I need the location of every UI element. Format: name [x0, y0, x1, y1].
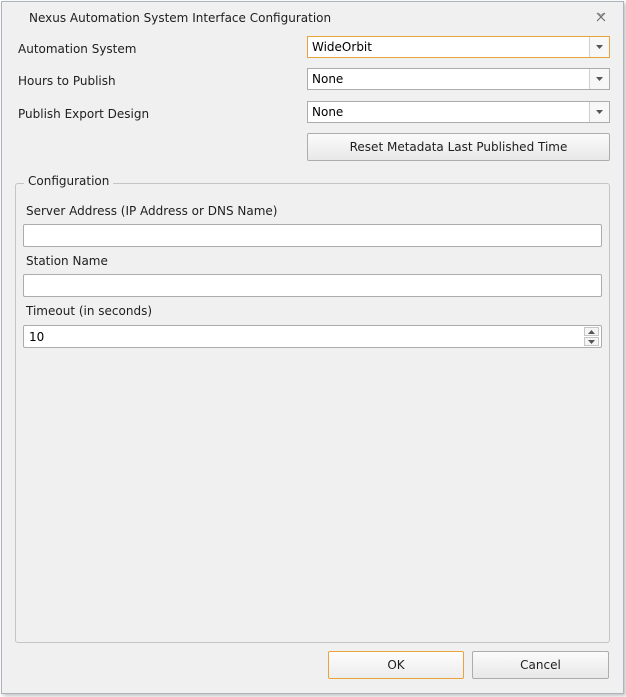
automation-system-value: WideOrbit: [312, 40, 372, 54]
chevron-down-icon: [596, 110, 603, 114]
server-address-label: Server Address (IP Address or DNS Name): [26, 204, 278, 218]
spin-up-button[interactable]: [584, 327, 599, 336]
reset-metadata-button[interactable]: Reset Metadata Last Published Time: [307, 133, 610, 161]
dropdown-button[interactable]: [589, 69, 609, 89]
dropdown-button[interactable]: [589, 102, 609, 122]
hours-to-publish-value: None: [312, 72, 344, 86]
spin-down-button[interactable]: [584, 337, 599, 346]
publish-export-design-dropdown[interactable]: None: [307, 101, 610, 123]
hours-to-publish-label: Hours to Publish: [18, 74, 116, 88]
ok-button[interactable]: OK: [328, 651, 464, 679]
chevron-down-icon: [596, 45, 603, 49]
dialog-window: Nexus Automation System Interface Config…: [1, 1, 624, 694]
dropdown-button[interactable]: [589, 37, 609, 57]
automation-system-label: Automation System: [18, 42, 137, 56]
configuration-group: [15, 183, 610, 643]
cancel-button[interactable]: Cancel: [472, 651, 609, 679]
timeout-stepper[interactable]: 10: [23, 325, 602, 348]
close-icon: [596, 12, 606, 22]
title-bar: Nexus Automation System Interface Config…: [2, 2, 623, 32]
publish-export-design-value: None: [312, 105, 344, 119]
caret-up-icon: [588, 330, 595, 334]
station-name-label: Station Name: [26, 254, 108, 268]
hours-to-publish-dropdown[interactable]: None: [307, 68, 610, 90]
timeout-label: Timeout (in seconds): [26, 304, 152, 318]
close-button[interactable]: [595, 11, 607, 23]
configuration-legend: Configuration: [24, 174, 114, 188]
station-name-input[interactable]: [23, 274, 602, 297]
window-title: Nexus Automation System Interface Config…: [29, 11, 332, 25]
chevron-down-icon: [596, 77, 603, 81]
spin-buttons: [584, 327, 600, 346]
automation-system-dropdown[interactable]: WideOrbit: [307, 36, 610, 58]
publish-export-design-label: Publish Export Design: [18, 107, 150, 121]
caret-down-icon: [588, 340, 595, 344]
timeout-value: 10: [29, 330, 45, 344]
server-address-input[interactable]: [23, 224, 602, 247]
